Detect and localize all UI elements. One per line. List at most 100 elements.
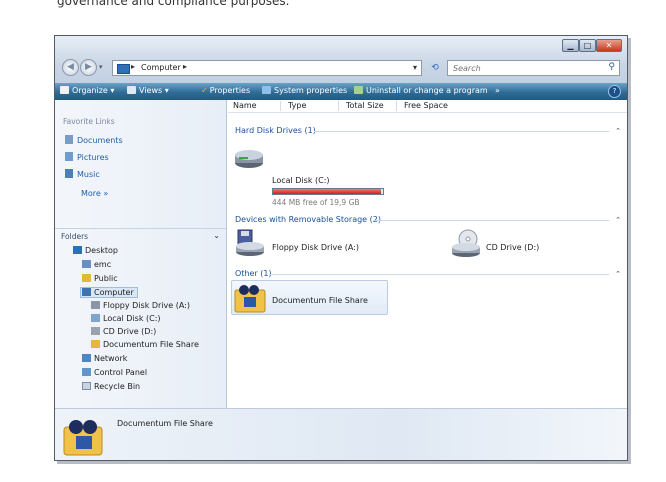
- tree-item-network[interactable]: Network: [82, 354, 127, 363]
- column-free-space[interactable]: Free Space: [404, 101, 448, 110]
- chevron-down-icon: ⌄: [213, 231, 220, 240]
- search-input[interactable]: [453, 62, 593, 74]
- collapse-icon[interactable]: ⌃: [615, 270, 621, 278]
- local-disk-free-space: 444 MB free of 19,9 GB: [272, 198, 360, 207]
- hard-disk-icon[interactable]: [233, 146, 265, 170]
- documentum-share-label[interactable]: Documentum File Share: [272, 296, 368, 305]
- forward-button[interactable]: ▶: [80, 59, 97, 76]
- folder-icon: [82, 274, 91, 282]
- tree-item-local-disk[interactable]: Local Disk (C:): [91, 314, 161, 323]
- column-total-size[interactable]: Total Size: [346, 101, 384, 110]
- explorer-window: ▁ □ ✕ ◀ ▶ ▾ ▸ Computer ▸ ▾ ⟲ ⚲ Organize …: [54, 35, 628, 461]
- navigation-pane: Favorite Links Documents Pictures Music …: [55, 100, 227, 408]
- checkmark-icon: ✓: [201, 86, 208, 95]
- floppy-drive-label[interactable]: Floppy Disk Drive (A:): [272, 243, 359, 252]
- tree-label: Computer: [94, 288, 134, 297]
- group-other[interactable]: Other (1): [235, 269, 272, 278]
- floppy-drive-icon[interactable]: [234, 228, 266, 258]
- documents-icon: [65, 135, 73, 144]
- column-divider[interactable]: [280, 101, 281, 111]
- details-selected-name: Documentum File Share: [117, 419, 213, 428]
- help-icon[interactable]: ?: [608, 85, 621, 98]
- system-properties-button[interactable]: System properties: [262, 86, 347, 95]
- disk-usage-fill: [273, 189, 381, 194]
- system-properties-icon: [262, 86, 271, 94]
- views-dropdown-icon: ▾: [164, 86, 169, 95]
- documentum-share-large-icon: [63, 420, 103, 456]
- pictures-icon: [65, 152, 73, 161]
- search-icon[interactable]: ⚲: [608, 62, 615, 72]
- toolbar-overflow-button[interactable]: »: [495, 86, 500, 95]
- group-removable-storage[interactable]: Devices with Removable Storage (2): [235, 215, 381, 224]
- tree-item-desktop[interactable]: Desktop: [73, 246, 118, 255]
- column-type[interactable]: Type: [288, 101, 306, 110]
- properties-button[interactable]: ✓ Properties: [201, 86, 250, 95]
- breadcrumb-separator-2[interactable]: ▸: [183, 62, 187, 71]
- more-chevron-icon: »: [103, 189, 109, 198]
- breadcrumb-computer[interactable]: Computer: [141, 63, 181, 72]
- column-divider[interactable]: [396, 101, 397, 111]
- back-button[interactable]: ◀: [62, 59, 79, 76]
- cd-drive-icon: [91, 327, 100, 335]
- properties-label: Properties: [209, 86, 251, 95]
- more-links[interactable]: More »: [81, 189, 108, 198]
- favorite-documents[interactable]: Documents: [65, 135, 123, 145]
- computer-icon: [117, 64, 130, 74]
- favorite-music[interactable]: Music: [65, 169, 100, 179]
- user-folder-icon: [82, 260, 91, 268]
- folders-header: Folders: [61, 232, 89, 241]
- disk-usage-bar: [272, 188, 384, 195]
- organize-icon: [60, 86, 69, 94]
- tree-item-public[interactable]: Public: [82, 274, 118, 283]
- favorite-music-label: Music: [77, 170, 100, 179]
- tree-label: Documentum File Share: [103, 340, 199, 349]
- command-toolbar: Organize ▾ Views ▾ ✓ Properties System pr…: [55, 83, 627, 100]
- cd-drive-icon[interactable]: [450, 228, 484, 258]
- cd-drive-label[interactable]: CD Drive (D:): [486, 243, 539, 252]
- music-icon: [65, 169, 73, 178]
- collapse-icon[interactable]: ⌃: [615, 216, 621, 224]
- content-pane: Name Type Total Size Free Space Hard Dis…: [228, 100, 627, 408]
- tree-label: Control Panel: [94, 368, 148, 377]
- tree-item-computer[interactable]: Computer: [80, 287, 138, 298]
- favorite-documents-label: Documents: [77, 136, 123, 145]
- favorite-pictures[interactable]: Pictures: [65, 152, 109, 162]
- tree-item-cd-drive[interactable]: CD Drive (D:): [91, 327, 156, 336]
- tree-item-control-panel[interactable]: Control Panel: [82, 368, 147, 377]
- recent-pages-dropdown[interactable]: ▾: [99, 63, 103, 71]
- tree-label: emc: [94, 260, 112, 269]
- recycle-bin-icon: [82, 382, 91, 390]
- views-button[interactable]: Views ▾: [127, 86, 169, 95]
- breadcrumb-separator[interactable]: ▸: [131, 62, 135, 71]
- views-icon: [127, 86, 136, 94]
- close-button[interactable]: ✕: [596, 39, 622, 52]
- views-label: Views: [139, 86, 163, 95]
- tree-label: CD Drive (D:): [103, 327, 157, 336]
- minimize-button[interactable]: ▁: [562, 39, 579, 52]
- column-name[interactable]: Name: [233, 101, 257, 110]
- folders-toggle[interactable]: Folders ⌄: [55, 228, 226, 243]
- uninstall-program-button[interactable]: Uninstall or change a program: [354, 86, 488, 95]
- tree-label: Network: [94, 354, 128, 363]
- favorite-pictures-label: Pictures: [77, 153, 109, 162]
- maximize-button[interactable]: □: [579, 39, 596, 52]
- refresh-icon[interactable]: ⟲: [427, 60, 443, 76]
- control-panel-icon: [82, 368, 91, 376]
- tree-item-documentum[interactable]: Documentum File Share: [91, 340, 199, 349]
- column-divider[interactable]: [338, 101, 339, 111]
- organize-dropdown-icon: ▾: [110, 86, 115, 95]
- collapse-icon[interactable]: ⌃: [615, 127, 621, 135]
- local-disk-label[interactable]: Local Disk (C:): [272, 176, 330, 185]
- search-box[interactable]: ⚲: [447, 60, 620, 76]
- system-properties-label: System properties: [274, 86, 348, 95]
- tree-item-recycle-bin[interactable]: Recycle Bin: [82, 382, 140, 391]
- address-bar[interactable]: ▸ Computer ▸ ▾: [112, 60, 422, 76]
- tree-item-emc[interactable]: emc: [82, 260, 111, 269]
- organize-button[interactable]: Organize ▾: [60, 86, 114, 95]
- hard-disk-icon: [91, 314, 100, 322]
- address-dropdown[interactable]: ▾: [413, 63, 417, 72]
- group-divider: [269, 274, 609, 275]
- group-hard-disk-drives[interactable]: Hard Disk Drives (1): [235, 126, 316, 135]
- tree-item-floppy[interactable]: Floppy Disk Drive (A:): [91, 301, 190, 310]
- documentum-share-icon[interactable]: [234, 282, 266, 314]
